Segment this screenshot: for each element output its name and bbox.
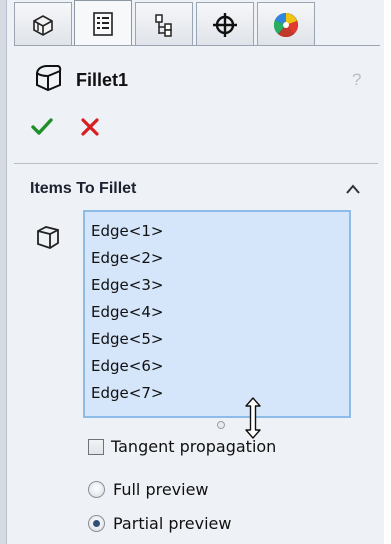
- panel-left-border: [0, 0, 7, 544]
- tab-configuration-manager[interactable]: [135, 2, 193, 46]
- crosshair-icon: [213, 12, 237, 37]
- edge-list-item[interactable]: Edge<3>: [91, 272, 349, 299]
- property-manager-panel: Fillet1 ? Items To Fillet Edge<1> Edge<2>…: [0, 0, 384, 544]
- panel-right-border: [384, 0, 391, 544]
- list-resize-handle[interactable]: [217, 421, 225, 429]
- tangent-propagation-option[interactable]: Tangent propagation: [88, 437, 276, 456]
- manager-tab-strip: [14, 0, 384, 46]
- group-title: Items To Fillet: [30, 180, 137, 197]
- tab-strip-baseline: [14, 45, 380, 46]
- collapse-chevron-icon[interactable]: [345, 182, 361, 200]
- tab-dimxpert-manager[interactable]: [196, 2, 254, 46]
- tab-property-manager[interactable]: [74, 0, 132, 46]
- full-preview-radio[interactable]: [88, 481, 105, 498]
- fillet-feature-icon: [32, 63, 64, 98]
- items-to-fillet-list[interactable]: Edge<1> Edge<2> Edge<3> Edge<4> Edge<5> Edge<…: [83, 210, 351, 418]
- partial-preview-radio[interactable]: [88, 515, 105, 532]
- partial-preview-option[interactable]: Partial preview: [88, 514, 231, 533]
- ok-button[interactable]: [30, 115, 54, 139]
- tangent-propagation-label: Tangent propagation: [111, 437, 277, 456]
- edge-list-item[interactable]: Edge<7>: [91, 380, 349, 407]
- full-preview-option[interactable]: Full preview: [88, 480, 209, 499]
- face-edge-selection-icon: [35, 224, 61, 255]
- help-icon[interactable]: ?: [352, 70, 361, 90]
- x-icon: [81, 118, 99, 136]
- edge-list-item[interactable]: Edge<6>: [91, 353, 349, 380]
- edge-list-item[interactable]: Edge<5>: [91, 326, 349, 353]
- edge-list-item[interactable]: Edge<1>: [91, 218, 349, 245]
- tangent-propagation-checkbox[interactable]: [88, 438, 104, 455]
- cancel-button[interactable]: [78, 115, 102, 139]
- color-wheel-icon: [273, 12, 298, 37]
- partial-preview-label: Partial preview: [113, 514, 232, 533]
- configuration-manager-icon: [155, 13, 172, 37]
- feature-title: Fillet1: [76, 70, 129, 90]
- header-divider: [14, 163, 378, 164]
- checkmark-icon: [31, 118, 53, 135]
- tab-feature-manager[interactable]: [14, 2, 72, 46]
- feature-tree-icon: [33, 14, 53, 36]
- tab-display-manager[interactable]: [257, 2, 315, 46]
- property-manager-icon: [93, 11, 113, 36]
- full-preview-label: Full preview: [113, 480, 209, 499]
- edge-list-item[interactable]: Edge<4>: [91, 299, 349, 326]
- edge-list-item[interactable]: Edge<2>: [91, 245, 349, 272]
